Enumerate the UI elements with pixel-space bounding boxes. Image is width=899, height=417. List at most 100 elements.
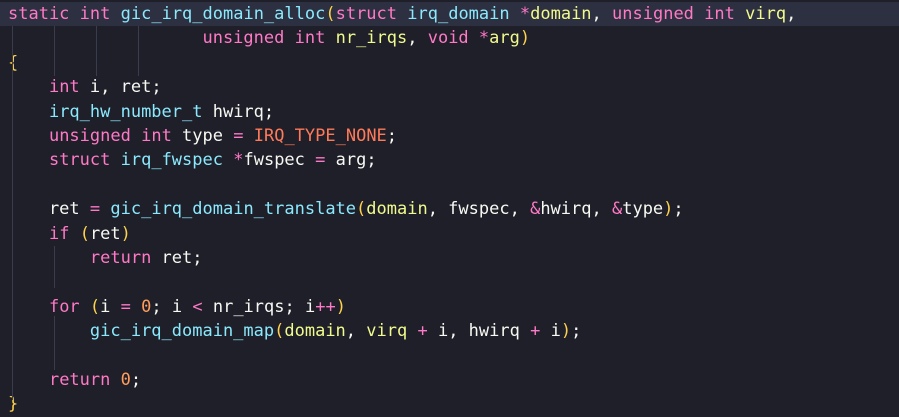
code-line[interactable]	[0, 344, 899, 368]
code-token: arg	[489, 28, 520, 49]
code-token: gic_irq_domain_map	[89, 321, 275, 342]
code-token: hwirq,	[540, 199, 612, 220]
code-token: for	[48, 296, 80, 317]
code-token: (	[89, 296, 101, 317]
code-token: =	[89, 199, 101, 220]
code-line[interactable]: int i, ret;	[0, 75, 899, 99]
code-token: (	[274, 321, 285, 342]
code-token: virq	[745, 4, 787, 24]
code-token: =	[233, 126, 244, 146]
code-token: fwspec	[243, 150, 316, 171]
code-token: struct	[48, 150, 111, 171]
code-token: gic_irq_domain_alloc	[120, 4, 326, 24]
code-token: ret	[8, 199, 90, 220]
code-line[interactable]: {	[0, 51, 899, 75]
code-token: )	[560, 321, 572, 342]
indent-guide	[12, 76, 13, 400]
code-line[interactable]: gic_irq_domain_map(domain, virq + i, hwi…	[0, 319, 899, 343]
code-line[interactable]	[0, 173, 899, 197]
code-token: int	[79, 4, 111, 24]
code-token: arg;	[325, 150, 377, 171]
code-line[interactable]: return ret;	[0, 246, 899, 270]
code-token: ;	[130, 370, 142, 390]
code-line[interactable]: struct irq_fwspec *fwspec = arg;	[0, 148, 899, 172]
code-line[interactable]: for (i = 0; i < nr_irqs; i++)	[0, 295, 899, 319]
code-line[interactable]: unsigned int type = IRQ_TYPE_NONE;	[0, 124, 899, 148]
code-token: (	[79, 223, 90, 244]
code-line[interactable]: static int gic_irq_domain_alloc(struct i…	[0, 2, 899, 27]
code-editor[interactable]: static int gic_irq_domain_alloc(struct i…	[0, 0, 899, 414]
code-token: ,	[407, 28, 428, 49]
code-token: int	[141, 126, 172, 146]
code-token: hwirq;	[202, 101, 275, 122]
code-token: if	[48, 223, 70, 244]
code-token: (	[356, 199, 367, 220]
code-token: *	[233, 150, 244, 171]
code-token: i, ret;	[79, 77, 162, 98]
code-token: )	[335, 296, 346, 317]
code-token: 0	[141, 296, 152, 317]
code-token: unsigned	[202, 28, 285, 49]
code-token: *	[478, 28, 490, 49]
code-token: int	[48, 77, 80, 98]
code-token: ,	[345, 321, 367, 342]
code-token: *	[519, 4, 531, 24]
code-token: i	[100, 296, 121, 317]
code-token: void	[427, 28, 469, 49]
code-token: ;	[673, 199, 684, 220]
code-token: +	[417, 321, 428, 342]
code-line[interactable]: irq_hw_number_t hwirq;	[0, 100, 899, 124]
code-line[interactable]: return 0;	[0, 368, 899, 392]
code-token: i, hwirq	[427, 321, 531, 342]
code-token: virq	[366, 321, 408, 342]
code-token: {	[8, 52, 19, 73]
code-token: ret;	[151, 248, 203, 268]
code-line[interactable]: if (ret)	[0, 222, 899, 246]
code-token: (	[325, 4, 336, 24]
indent-guide	[12, 26, 13, 76]
code-token: 0	[120, 370, 131, 390]
code-line[interactable]: ret = gic_irq_domain_translate(domain, f…	[0, 197, 899, 221]
indent-guide	[54, 246, 55, 288]
code-token: type	[171, 126, 234, 146]
code-token: irq_domain	[407, 4, 510, 24]
code-token: }	[8, 394, 19, 415]
code-token: int	[294, 28, 326, 49]
code-line[interactable]: }	[0, 392, 899, 416]
code-token: i	[540, 321, 561, 342]
code-token: )	[120, 223, 131, 244]
code-token: ret	[89, 223, 121, 244]
code-token: ;	[386, 126, 398, 146]
code-line[interactable]	[0, 270, 899, 294]
indent-guide	[54, 26, 55, 76]
code-line[interactable]: unsigned int nr_irqs, void *arg)	[0, 26, 899, 50]
code-token: domain	[530, 4, 592, 24]
code-token: return	[48, 370, 111, 390]
code-token: type	[622, 199, 664, 220]
